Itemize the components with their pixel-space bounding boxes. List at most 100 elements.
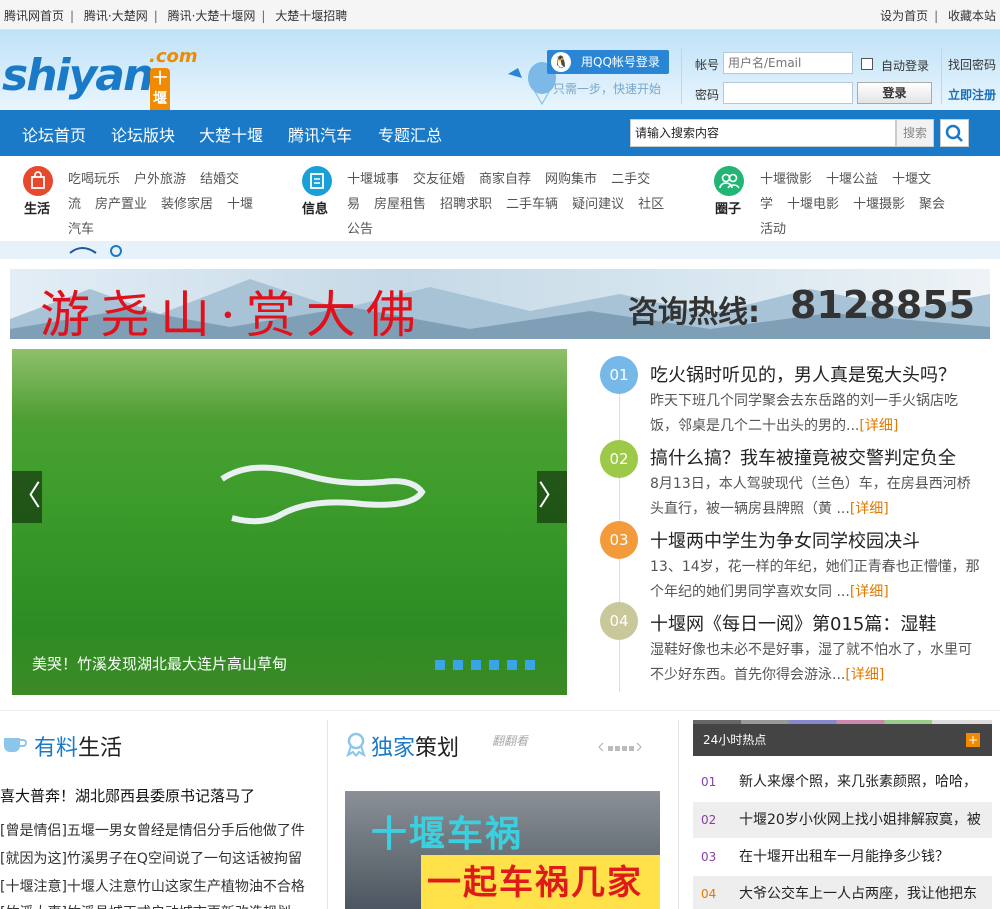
news-detail-link[interactable]: [详细]: [850, 584, 889, 600]
news-title[interactable]: 吃火锅时听见的，男人真是冤大头吗？: [650, 361, 956, 387]
top-link-dachu[interactable]: 腾讯·大楚网: [84, 9, 148, 23]
cat-link[interactable]: 网购集市: [545, 172, 597, 187]
slider-caption[interactable]: 美哭！竹溪发现湖北最大连片高山草甸: [32, 653, 287, 674]
main-nav: 论坛首页 论坛版块 大楚十堰 腾讯汽车 专题汇总 请输入搜索内容 搜索: [0, 110, 1000, 156]
ad-banner[interactable]: 游尧山·赏大佛 咨询热线: 8128855: [10, 269, 990, 339]
search-text-button[interactable]: 搜索: [896, 119, 934, 147]
category-links-circle: 十堰微影 十堰公益 十堰文 学十堰电影 十堰摄影 聚会 活动: [760, 167, 990, 242]
nav-topics[interactable]: 专题汇总: [378, 122, 442, 146]
pager-prev-icon[interactable]: [598, 742, 604, 752]
nav-forum-boards[interactable]: 论坛版块: [111, 122, 175, 146]
news-title[interactable]: 十堰两中学生为争女同学校园决斗: [650, 527, 920, 553]
cat-link[interactable]: 疑问建议: [572, 197, 624, 212]
cat-link[interactable]: 十堰: [227, 197, 253, 212]
slider-image-river: [220, 464, 426, 525]
life-list-item[interactable]: [十堰注意]十堰人注意竹山这家生产植物油不合格: [0, 876, 305, 896]
cat-link[interactable]: 十堰文: [892, 172, 931, 187]
category-links-life: 吃喝玩乐 户外旅游 结婚交 流房产置业 装修家居 十堰 汽车: [68, 167, 288, 242]
hot-text: 新人来爆个照，来几张素颜照，哈哈，: [739, 774, 977, 790]
news-detail-link[interactable]: [详细]: [850, 501, 889, 517]
cat-link[interactable]: 十堰电影: [787, 197, 839, 212]
pager-dot[interactable]: [629, 746, 634, 751]
top-link-jobs[interactable]: 大楚十堰招聘: [275, 9, 347, 23]
news-detail-link[interactable]: [详细]: [859, 418, 898, 434]
account-input[interactable]: [723, 52, 853, 74]
top-link-qq-home[interactable]: 腾讯网首页: [4, 9, 64, 23]
nav-forum-home[interactable]: 论坛首页: [22, 122, 86, 146]
nav-qq-auto[interactable]: 腾讯汽车: [288, 122, 352, 146]
news-title[interactable]: 搞什么搞？我车被撞竟被交警判定负全: [650, 444, 956, 470]
life-list-item[interactable]: [曾是情侣]五堰一男女曾经是情侣分手后他做了件: [0, 820, 305, 840]
slider-dot[interactable]: [525, 660, 535, 670]
special-promo-image[interactable]: 十堰车祸 一起车祸几家泪: [345, 791, 660, 909]
search-input[interactable]: 请输入搜索内容: [630, 119, 896, 147]
special-title-a: 独家: [371, 736, 416, 761]
cat-link[interactable]: 商家自荐: [479, 172, 531, 187]
cat-link[interactable]: 易: [347, 197, 360, 212]
image-slider[interactable]: 〈 〉 美哭！竹溪发现湖北最大连片高山草甸: [12, 349, 567, 695]
slider-dot[interactable]: [489, 660, 499, 670]
cat-link[interactable]: 交友征婚: [413, 172, 465, 187]
hot-list-item[interactable]: 02 十堰20岁小伙网上找小姐排解寂寞，被: [693, 802, 992, 838]
register-link[interactable]: 立即注册: [948, 86, 996, 103]
cat-link[interactable]: 活动: [760, 222, 786, 237]
pager-dot[interactable]: [622, 746, 627, 751]
pager-dot[interactable]: [608, 746, 613, 751]
cat-link[interactable]: 聚会: [919, 197, 945, 212]
cat-link[interactable]: 结婚交: [200, 172, 239, 187]
slider-dot[interactable]: [471, 660, 481, 670]
hot-rank: 01: [701, 775, 717, 789]
slider-dot[interactable]: [435, 660, 445, 670]
cat-link[interactable]: 流: [68, 197, 81, 212]
news-detail-link[interactable]: [详细]: [845, 667, 884, 683]
life-list-item[interactable]: [就因为这]竹溪男子在Q空间说了一句这话被拘留: [0, 848, 302, 868]
news-title[interactable]: 十堰网《每日一阅》第015篇：湿鞋: [650, 610, 936, 636]
cat-link[interactable]: 房屋租售: [374, 197, 426, 212]
document-icon: [302, 166, 332, 196]
cat-link[interactable]: 十堰城事: [347, 172, 399, 187]
cat-link[interactable]: 二手车辆: [506, 197, 558, 212]
logo-com: .com: [149, 46, 198, 67]
slider-dot[interactable]: [453, 660, 463, 670]
nav-dachu-shiyan[interactable]: 大楚十堰: [199, 122, 263, 146]
hot-header: 24小时热点 +: [693, 724, 992, 756]
slider-prev-button[interactable]: 〈: [12, 471, 42, 523]
cat-link[interactable]: 十堰公益: [826, 172, 878, 187]
site-logo[interactable]: shiyan .com 十堰网: [2, 46, 198, 128]
forgot-password-link[interactable]: 找回密码: [948, 56, 996, 73]
pager-dot[interactable]: [615, 746, 620, 751]
password-input[interactable]: [723, 82, 853, 104]
hot-list-item[interactable]: 04 大爷公交车上一人占两座，我让他把东: [693, 876, 992, 909]
cat-link[interactable]: 汽车: [68, 222, 94, 237]
cat-link[interactable]: 公告: [347, 222, 373, 237]
qq-login-button[interactable]: 🐧 用QQ帐号登录: [547, 50, 669, 74]
divider: [941, 48, 942, 104]
set-homepage-link[interactable]: 设为首页: [880, 9, 928, 23]
cat-link[interactable]: 招聘求职: [440, 197, 492, 212]
life-list-item[interactable]: [竹溪大事]竹溪县城正式启动城市更新改造规划: [0, 902, 291, 909]
bookmark-link[interactable]: 收藏本站: [948, 9, 996, 23]
cat-link[interactable]: 装修家居: [161, 197, 213, 212]
cat-link[interactable]: 十堰微影: [760, 172, 812, 187]
cat-link[interactable]: 房产置业: [95, 197, 147, 212]
slider-dots: [435, 659, 543, 674]
auto-login-checkbox[interactable]: [861, 58, 873, 70]
cat-link[interactable]: 学: [760, 197, 773, 212]
cat-link[interactable]: 社区: [638, 197, 664, 212]
pager-next-icon[interactable]: [636, 742, 642, 752]
life-headline[interactable]: 喜大普奔！湖北郧西县委原书记落马了: [0, 785, 255, 806]
slider-next-button[interactable]: 〉: [537, 471, 567, 523]
cat-link[interactable]: 十堰摄影: [853, 197, 905, 212]
search-button[interactable]: [940, 119, 969, 147]
slider-dot[interactable]: [507, 660, 517, 670]
cat-link[interactable]: 二手交: [611, 172, 650, 187]
cat-link[interactable]: 户外旅游: [134, 172, 186, 187]
top-link-dachu-shiyan[interactable]: 腾讯·大楚十堰网: [168, 9, 256, 23]
banner-hotline-number: 8128855: [790, 283, 976, 327]
top-bar: 腾讯网首页 | 腾讯·大楚网 | 腾讯·大楚十堰网 | 大楚十堰招聘 设为首页 | 收藏…: [0, 0, 1000, 30]
hot-list-item[interactable]: 03 在十堰开出租车一月能挣多少钱？: [693, 839, 992, 875]
hot-list-item[interactable]: 01 新人来爆个照，来几张素颜照，哈哈，: [693, 764, 992, 800]
cat-link[interactable]: 吃喝玩乐: [68, 172, 120, 187]
login-button[interactable]: 登录: [857, 82, 932, 104]
hot-more-button[interactable]: +: [966, 733, 980, 747]
